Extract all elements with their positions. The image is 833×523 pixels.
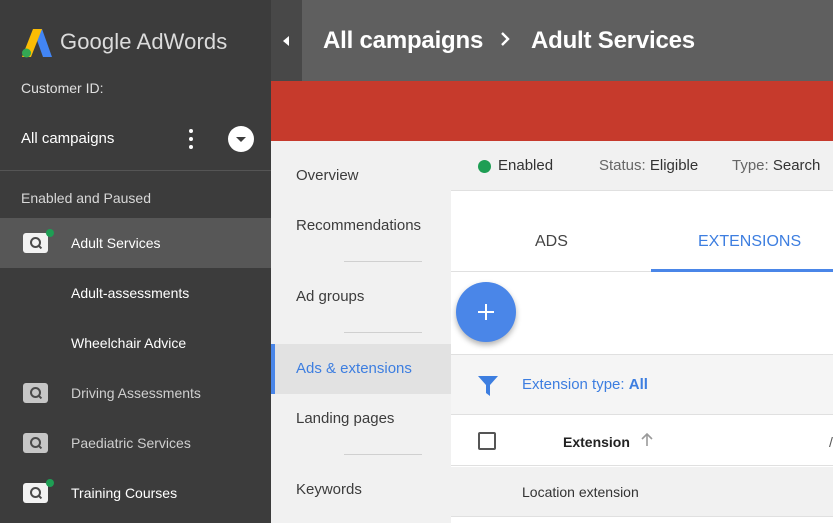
account-selector-label: All campaigns	[21, 130, 115, 147]
sidebar-item-label: Wheelchair Advice	[71, 335, 187, 351]
tab-label: EXTENSIONS	[698, 233, 802, 250]
page-nav: Overview Recommendations Ad groups Ads &…	[271, 141, 451, 523]
tab-label: ADS	[535, 233, 568, 250]
search-campaign-icon	[23, 483, 48, 503]
campaign-status: Status: Eligible	[599, 157, 698, 174]
adwords-logo-icon	[22, 29, 52, 58]
tab-ads[interactable]: ADS	[451, 192, 651, 272]
sidebar-item-label: Driving Assessments	[71, 385, 201, 401]
type-value: Search	[772, 157, 821, 174]
column-header-extension[interactable]: Extension	[563, 434, 630, 450]
page-nav-keywords[interactable]: Keywords	[271, 455, 451, 523]
table-header: Extension /	[451, 416, 833, 466]
page-nav-label: Keywords	[296, 481, 362, 498]
status-key: Status:	[599, 157, 646, 174]
search-campaign-icon	[23, 383, 48, 403]
sidebar-item-label: Adult Services	[71, 235, 161, 251]
filter-icon	[478, 376, 498, 396]
sidebar-item-label: Training Courses	[71, 485, 178, 501]
breadcrumb-root[interactable]: All campaigns	[323, 27, 483, 55]
page-nav-ads-extensions[interactable]: Ads & extensions	[271, 344, 451, 394]
sidebar-item-adult-services[interactable]: Adult Services	[0, 218, 271, 268]
table-row[interactable]: Location extension	[451, 467, 833, 517]
dropdown-arrow-icon[interactable]	[228, 126, 254, 152]
page-nav-label: Overview	[296, 167, 359, 184]
chevron-right-icon	[501, 32, 510, 46]
type-key: Type:	[732, 157, 769, 174]
adwords-logo[interactable]: Google AdWords	[22, 24, 227, 60]
campaign-state[interactable]: Enabled	[498, 157, 553, 174]
enabled-status-dot	[478, 160, 491, 173]
sidebar-divider	[0, 170, 271, 171]
page-nav-label: Ad groups	[296, 288, 365, 305]
page-nav-overview[interactable]: Overview	[271, 141, 451, 207]
page-nav-label: Ads & extensions	[296, 360, 412, 377]
enabled-status-dot	[46, 229, 54, 237]
page-nav-ad-groups[interactable]: Ad groups	[271, 262, 451, 332]
main-content: Enabled Status: Eligible Type: Search AD…	[451, 141, 833, 523]
page-nav-divider	[344, 332, 422, 333]
sidebar-item-wheelchair-advice[interactable]: Wheelchair Advice	[0, 318, 271, 368]
sidebar-item-label: Paediatric Services	[71, 435, 191, 451]
search-campaign-icon	[23, 433, 48, 453]
campaign-filter-label: Enabled and Paused	[21, 190, 151, 206]
filter-label: Extension type:	[522, 376, 625, 393]
brand-name: Google AdWords	[60, 29, 228, 54]
tab-extensions[interactable]: EXTENSIONS	[651, 192, 833, 272]
sidebar-item-driving-assessments[interactable]: Driving Assessments	[0, 368, 271, 418]
filter-chip[interactable]: Extension type: All	[522, 376, 648, 393]
account-selector[interactable]: All campaigns	[0, 118, 271, 160]
page-nav-label: Landing pages	[296, 410, 395, 427]
customer-id-label: Customer ID:	[21, 80, 104, 96]
sidebar-item-label: Adult-assessments	[71, 285, 190, 301]
enabled-status-dot	[46, 479, 54, 487]
more-options-icon[interactable]	[184, 127, 198, 151]
collapse-sidebar-button[interactable]	[271, 0, 302, 81]
page-nav-recommendations[interactable]: Recommendations	[271, 207, 451, 261]
campaign-type: Type: Search	[732, 157, 820, 174]
status-value: Eligible	[649, 157, 699, 174]
select-all-checkbox[interactable]	[478, 432, 496, 450]
breadcrumb-current: Adult Services	[531, 27, 695, 54]
sidebar: Google AdWords Customer ID: All campaign…	[0, 0, 271, 523]
filter-value: All	[628, 376, 648, 393]
campaign-banner	[271, 81, 833, 141]
sidebar-item-training-courses[interactable]: Training Courses	[0, 468, 271, 518]
column-overflow: /	[829, 434, 833, 450]
action-bar	[451, 273, 833, 355]
search-campaign-icon	[23, 233, 48, 253]
sidebar-item-adult-assessments[interactable]: Adult-assessments	[0, 268, 271, 318]
add-extension-button[interactable]	[456, 282, 516, 342]
content-tabs: ADS EXTENSIONS	[451, 192, 833, 272]
sort-arrow-up-icon[interactable]	[641, 433, 653, 447]
sidebar-item-paediatric-services[interactable]: Paediatric Services	[0, 418, 271, 468]
table-cell-extension: Location extension	[522, 484, 639, 500]
filter-bar[interactable]: Extension type: All	[451, 355, 833, 415]
page-nav-label: Recommendations	[296, 217, 422, 234]
page-nav-landing-pages[interactable]: Landing pages	[271, 394, 451, 454]
campaign-status-bar: Enabled Status: Eligible Type: Search	[451, 141, 833, 191]
header-bar: All campaigns Adult Services	[271, 0, 833, 81]
